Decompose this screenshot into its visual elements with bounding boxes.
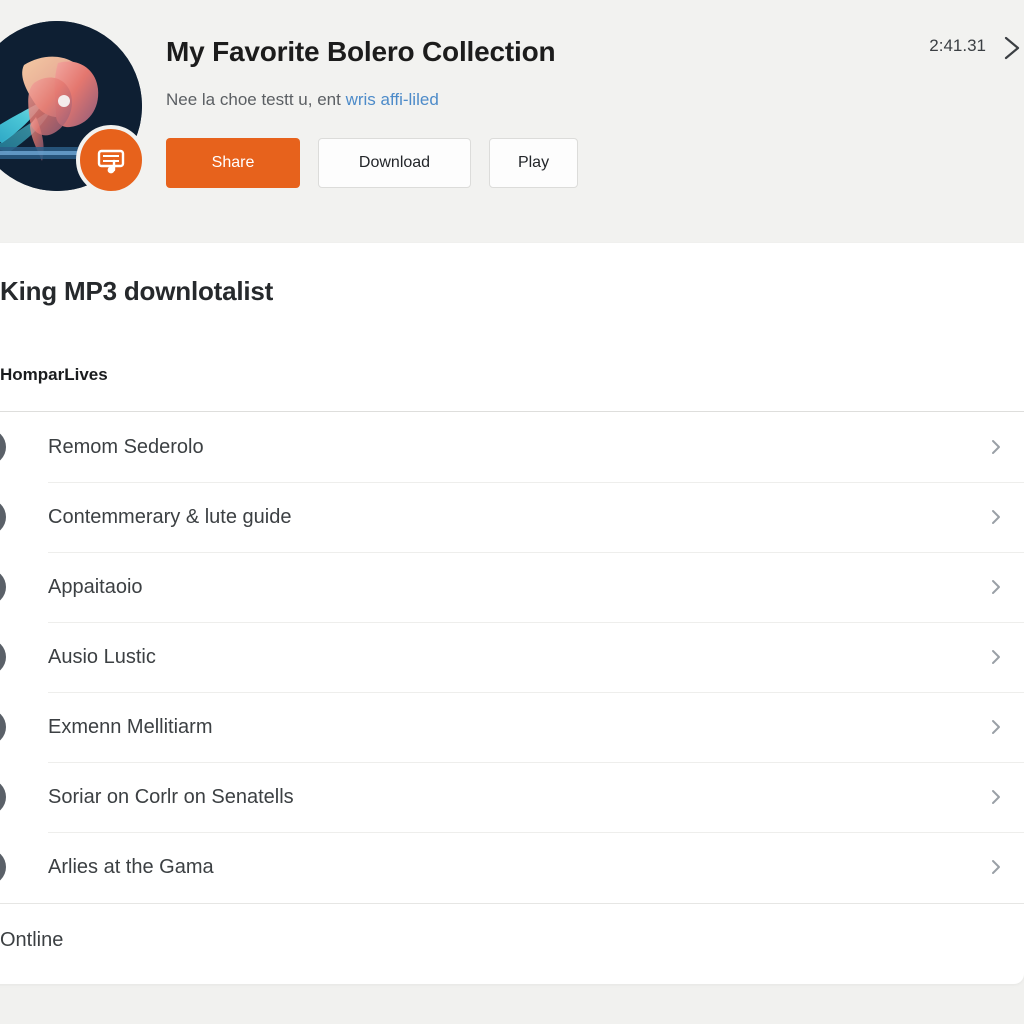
document-lines-icon — [0, 429, 6, 465]
list-item[interactable]: Appaitaoio — [0, 552, 1024, 622]
footer-divider — [0, 903, 1024, 904]
avatar[interactable] — [0, 21, 146, 195]
card-footer-label: Ontline — [0, 929, 64, 951]
chevron-right-icon[interactable] — [986, 577, 1006, 597]
chevron-right-icon[interactable] — [986, 647, 1006, 667]
target-circle-icon — [0, 779, 6, 815]
subtitle-text: Nee la choe testt u, ent — [166, 90, 346, 109]
list-item-label: Contemmerary & lute guide — [48, 505, 292, 528]
content-card: King MP3 downlotalist HomparLives Remom … — [0, 243, 1024, 984]
share-button[interactable]: Share — [166, 138, 300, 188]
music-notes-icon — [0, 639, 6, 675]
header-bar: My Favorite Bolero Collection Nee la cho… — [0, 0, 1024, 243]
list-item-label: Exmenn Mellitiarm — [48, 715, 213, 738]
list-item[interactable]: Contemmerary & lute guide — [0, 482, 1024, 552]
inbox-download-icon — [0, 709, 6, 745]
list-item[interactable]: Soriar on Corlr on Senatells — [0, 762, 1024, 832]
chevron-right-icon[interactable] — [986, 787, 1006, 807]
play-button[interactable]: Play — [489, 138, 578, 188]
media-box-icon — [0, 849, 6, 885]
chevron-right-icon[interactable] — [986, 437, 1006, 457]
list-item[interactable]: Exmenn Mellitiarm — [0, 692, 1024, 762]
page-title: My Favorite Bolero Collection — [166, 36, 556, 67]
list-item-label: Ausio Lustic — [48, 645, 156, 668]
list-item[interactable]: Arlies at the Gama — [0, 832, 1024, 902]
card-title: King MP3 downlotalist — [0, 276, 274, 306]
app-root: My Favorite Bolero Collection Nee la cho… — [0, 0, 1024, 1024]
header-subtitle: Nee la choe testt u, ent wris affi-liled — [166, 90, 439, 110]
download-button[interactable]: Download — [318, 138, 471, 188]
header-actions: Share Download Play — [166, 138, 578, 188]
list-item-label: Appaitaoio — [48, 575, 143, 598]
list-item-label: Arlies at the Gama — [48, 855, 214, 878]
download-list: Remom Sederolo Contemmerary & lute guide — [0, 412, 1024, 902]
chevron-right-icon[interactable] — [986, 857, 1006, 877]
list-item[interactable]: Remom Sederolo — [0, 412, 1024, 482]
list-item[interactable]: Ausio Lustic — [0, 622, 1024, 692]
subtitle-link[interactable]: wris affi-liled — [346, 90, 439, 109]
microphone-icon — [0, 499, 6, 535]
chevron-right-icon[interactable] — [986, 717, 1006, 737]
list-item-label: Soriar on Corlr on Senatells — [48, 785, 294, 808]
plus-icon — [0, 569, 6, 605]
list-item-label: Remom Sederolo — [48, 435, 204, 458]
duration-label: 2:41.31 — [929, 36, 986, 55]
chevron-right-icon[interactable] — [986, 507, 1006, 527]
card-subheading: HomparLives — [0, 365, 108, 384]
chevron-right-icon[interactable] — [1000, 32, 1024, 64]
music-sheet-icon — [76, 125, 146, 195]
